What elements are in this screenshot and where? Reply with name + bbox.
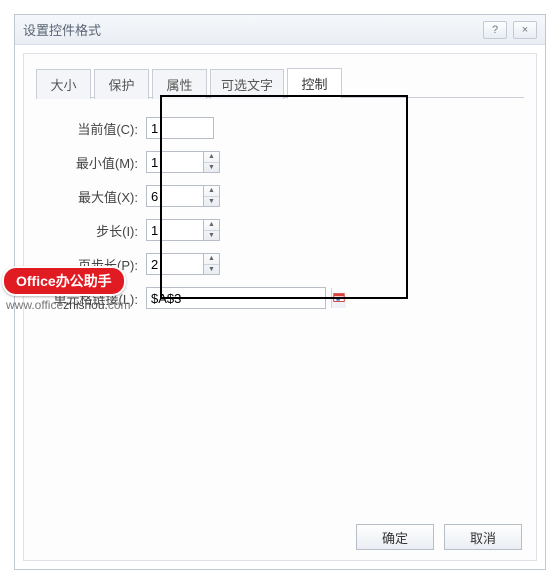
tab-protection[interactable]: 保护 <box>94 69 149 99</box>
close-button[interactable]: × <box>513 21 537 39</box>
spinner-min-value: ▲▼ <box>146 151 220 173</box>
spinner-buttons-step[interactable]: ▲▼ <box>204 219 220 241</box>
input-step[interactable] <box>146 219 204 241</box>
tab-properties[interactable]: 属性 <box>152 69 207 99</box>
input-min-value[interactable] <box>146 151 204 173</box>
tab-size[interactable]: 大小 <box>36 69 91 99</box>
label-max-value: 最大值(X): <box>36 187 146 206</box>
help-icon: ? <box>492 24 498 36</box>
cancel-button[interactable]: 取消 <box>444 524 522 550</box>
label-current-value: 当前值(C): <box>36 119 146 138</box>
chevron-down-icon: ▼ <box>204 231 219 241</box>
watermark-url: www.officezhishou.com <box>2 298 172 312</box>
ref-edit-cell-link <box>146 287 326 309</box>
titlebar: 设置控件格式 ? × <box>15 15 545 45</box>
tab-control[interactable]: 控制 <box>287 68 342 99</box>
row-max-value: 最大值(X): ▲▼ <box>36 181 524 211</box>
label-min-value: 最小值(M): <box>36 153 146 172</box>
spinner-buttons-page[interactable]: ▲▼ <box>204 253 220 275</box>
input-cell-link[interactable] <box>147 288 331 308</box>
chevron-up-icon: ▲ <box>204 254 219 265</box>
ref-picker-icon <box>332 291 346 305</box>
watermark: Office办公助手 www.officezhishou.com <box>2 266 172 312</box>
spinner-step: ▲▼ <box>146 219 220 241</box>
ok-button[interactable]: 确定 <box>356 524 434 550</box>
ref-picker-button[interactable] <box>331 288 346 308</box>
chevron-up-icon: ▲ <box>204 152 219 163</box>
dialog-title: 设置控件格式 <box>23 20 477 39</box>
close-icon: × <box>522 24 528 36</box>
tab-strip: 大小 保护 属性 可选文字 控制 <box>36 68 524 98</box>
row-step: 步长(I): ▲▼ <box>36 215 524 245</box>
row-min-value: 最小值(M): ▲▼ <box>36 147 524 177</box>
row-current-value: 当前值(C): <box>36 113 524 143</box>
help-button[interactable]: ? <box>483 21 507 39</box>
spinner-buttons-min[interactable]: ▲▼ <box>204 151 220 173</box>
chevron-down-icon: ▼ <box>204 265 219 275</box>
spinner-max-value: ▲▼ <box>146 185 220 207</box>
input-current-value[interactable] <box>146 117 214 139</box>
chevron-down-icon: ▼ <box>204 197 219 207</box>
dialog-footer: 确定 取消 <box>356 524 522 550</box>
tab-alt-text[interactable]: 可选文字 <box>210 69 284 99</box>
chevron-up-icon: ▲ <box>204 186 219 197</box>
spinner-buttons-max[interactable]: ▲▼ <box>204 185 220 207</box>
label-step: 步长(I): <box>36 221 146 240</box>
input-max-value[interactable] <box>146 185 204 207</box>
watermark-badge: Office办公助手 <box>2 266 126 296</box>
chevron-up-icon: ▲ <box>204 220 219 231</box>
chevron-down-icon: ▼ <box>204 163 219 173</box>
